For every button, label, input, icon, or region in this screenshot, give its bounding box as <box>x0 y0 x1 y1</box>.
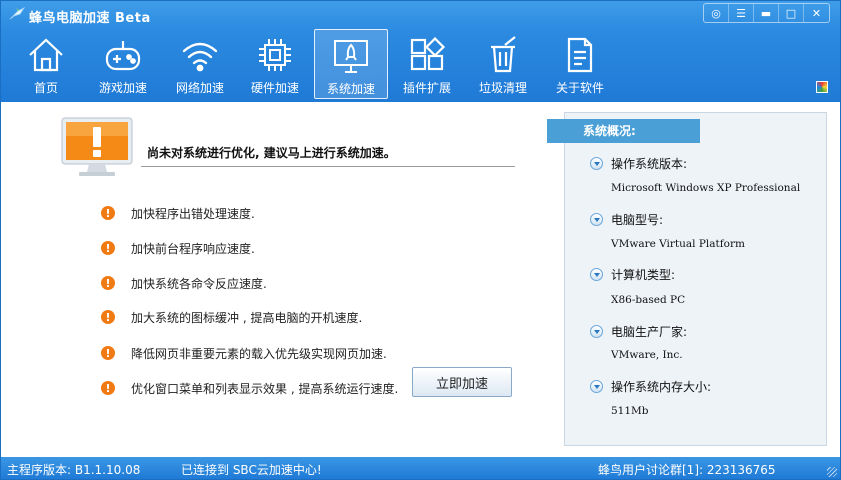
minimize-icon: ▬ <box>760 6 772 20</box>
chevron-down-icon <box>590 157 603 170</box>
document-icon <box>567 37 593 73</box>
maximize-icon: □ <box>785 6 797 20</box>
chevron-down-icon <box>590 213 603 226</box>
warning-icon: ! <box>101 310 115 324</box>
skin-color-icon[interactable] <box>816 81 828 93</box>
toolbar-item-home[interactable]: 首页 <box>9 29 83 99</box>
info-label-text: 操作系统版本: <box>611 157 688 171</box>
toolbar-label: 关于软件 <box>555 81 604 95</box>
user-group-link[interactable]: 蜂鸟用户讨论群[1]: 223136765 <box>598 461 776 478</box>
toolbar-label: 垃圾清理 <box>478 81 527 95</box>
menu-icon: ☰ <box>736 6 746 20</box>
benefit-text: 加快系统各命令反应速度. <box>131 276 267 291</box>
app-title: 蜂鸟电脑加速 Beta <box>29 11 151 26</box>
toolbar-label: 网络加速 <box>175 81 224 95</box>
main-toolbar: 首页 游戏加速 网络加速 硬件加速 系统加速 插件扩展 垃圾清理 关于软件 <box>1 27 840 101</box>
toolbar-label: 系统加速 <box>326 82 375 96</box>
benefit-item: ! 加大系统的图标缓冲 , 提高电脑的开机速度. <box>101 308 362 326</box>
warning-icon: ! <box>101 206 115 220</box>
info-value-manufacturer: VMware, Inc. <box>611 349 683 361</box>
trash-icon <box>491 36 516 73</box>
benefit-text: 加快前台程序响应速度. <box>131 241 255 256</box>
hummingbird-logo-icon <box>9 7 25 20</box>
window-controls: ◎ ☰ ▬ □ ✕ <box>703 3 830 23</box>
resize-grip-icon[interactable] <box>827 467 837 477</box>
plugins-icon <box>410 36 446 71</box>
toolbar-item-about[interactable]: 关于软件 <box>543 29 617 99</box>
panel-title: 系统概况: <box>547 119 700 143</box>
info-label-text: 电脑生产厂家: <box>611 325 688 339</box>
app-window: 蜂鸟电脑加速 Beta ◎ ☰ ▬ □ ✕ 首页 游戏加速 网络加速 硬件加速 … <box>0 0 841 480</box>
toolbar-item-system[interactable]: 系统加速 <box>314 29 388 99</box>
connection-status: 已连接到 SBC云加速中心! <box>181 463 322 477</box>
info-value-os-version: Microsoft Windows XP Professional <box>611 182 801 194</box>
close-button[interactable]: ✕ <box>804 4 829 22</box>
benefit-item: ! 优化窗口菜单和列表显示效果 , 提高系统运行速度. <box>101 379 398 397</box>
minimize-button[interactable]: ▬ <box>754 4 779 22</box>
info-value-computer-type: X86-based PC <box>611 294 686 306</box>
info-label-memory-size[interactable]: 操作系统内存大小: <box>590 378 711 395</box>
info-label-os-version[interactable]: 操作系统版本: <box>590 155 687 172</box>
info-label-manufacturer[interactable]: 电脑生产厂家: <box>590 323 687 340</box>
benefit-text: 优化窗口菜单和列表显示效果 , 提高系统运行速度. <box>131 381 399 396</box>
info-value-computer-model: VMware Virtual Platform <box>611 238 745 250</box>
info-label-text: 计算机类型: <box>611 268 676 282</box>
warning-icon: ! <box>101 241 115 255</box>
benefit-item: ! 加快程序出错处理速度. <box>101 204 255 222</box>
warning-icon: ! <box>101 276 115 290</box>
info-label-computer-model[interactable]: 电脑型号: <box>590 211 663 228</box>
alert-message: 尚未对系统进行优化, 建议马上进行系统加速。 <box>147 146 396 160</box>
chevron-down-icon <box>590 325 603 338</box>
chevron-down-icon <box>590 380 603 393</box>
warning-icon: ! <box>101 346 115 360</box>
benefit-text: 加大系统的图标缓冲 , 提高电脑的开机速度. <box>131 310 363 325</box>
toolbar-label: 硬件加速 <box>250 81 299 95</box>
toolbar-item-hardware[interactable]: 硬件加速 <box>238 29 312 99</box>
divider <box>141 166 515 167</box>
info-value-memory-size: 511Mb <box>611 405 649 417</box>
toolbar-label: 首页 <box>33 81 58 95</box>
toolbar-label: 游戏加速 <box>98 81 147 95</box>
feedback-icon: ◎ <box>711 6 721 20</box>
toolbar-item-game[interactable]: 游戏加速 <box>86 29 160 99</box>
maximize-button[interactable]: □ <box>779 4 804 22</box>
warning-monitor-icon <box>61 117 133 176</box>
toolbar-item-cleanup[interactable]: 垃圾清理 <box>466 29 540 99</box>
chip-icon <box>259 39 291 71</box>
benefit-item: ! 降低网页非重要元素的载入优先级实现网页加速. <box>101 344 387 362</box>
gamepad-icon <box>105 41 141 71</box>
rocket-monitor-icon <box>334 40 368 73</box>
benefit-text: 降低网页非重要元素的载入优先级实现网页加速. <box>131 346 387 361</box>
info-label-text: 电脑型号: <box>611 213 664 227</box>
title-bar: 蜂鸟电脑加速 Beta ◎ ☰ ▬ □ ✕ <box>1 1 840 27</box>
info-label-computer-type[interactable]: 计算机类型: <box>590 266 675 283</box>
menu-button[interactable]: ☰ <box>729 4 754 22</box>
header-band: 蜂鸟电脑加速 Beta ◎ ☰ ▬ □ ✕ 首页 游戏加速 网络加速 硬件加速 … <box>1 1 840 102</box>
feedback-button[interactable]: ◎ <box>704 4 729 22</box>
close-icon: ✕ <box>811 6 822 20</box>
benefit-item: ! 加快系统各命令反应速度. <box>101 274 267 292</box>
status-bar: 主程序版本: B1.1.10.08 已连接到 SBC云加速中心! 蜂鸟用户讨论群… <box>1 457 840 479</box>
wifi-icon <box>182 42 218 72</box>
toolbar-item-network[interactable]: 网络加速 <box>163 29 237 99</box>
warning-icon: ! <box>101 381 115 395</box>
accelerate-now-button[interactable]: 立即加速 <box>412 367 512 397</box>
toolbar-label: 插件扩展 <box>402 81 451 95</box>
benefit-text: 加快程序出错处理速度. <box>131 206 255 221</box>
chevron-down-icon <box>590 268 603 281</box>
home-icon <box>29 38 63 72</box>
toolbar-item-plugins[interactable]: 插件扩展 <box>390 29 464 99</box>
version-text: 主程序版本: B1.1.10.08 <box>7 463 141 477</box>
benefit-item: ! 加快前台程序响应速度. <box>101 239 255 257</box>
info-label-text: 操作系统内存大小: <box>611 380 712 394</box>
